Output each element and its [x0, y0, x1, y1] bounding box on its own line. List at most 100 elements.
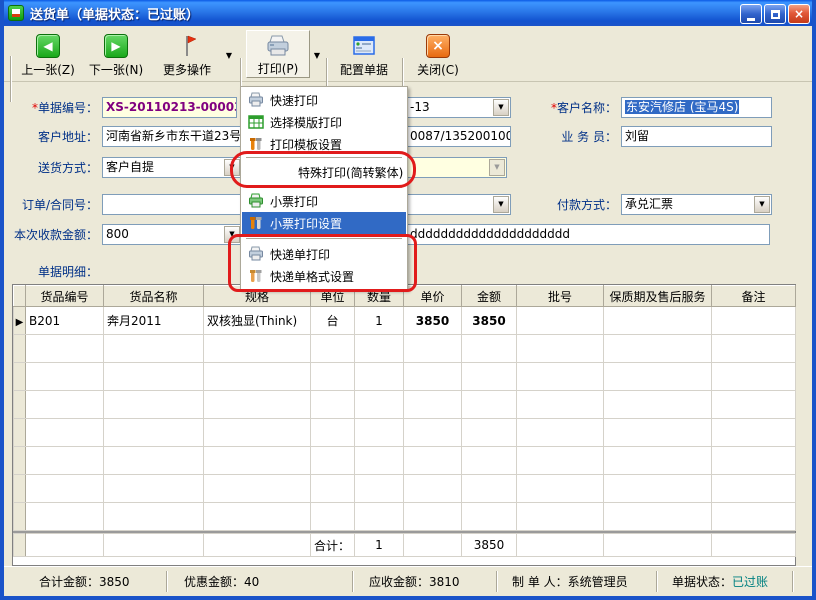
- col-header: 货品编号: [26, 286, 104, 307]
- chevron-down-icon: ▼: [314, 51, 320, 60]
- menu-item-receipt-print[interactable]: 小票打印: [242, 190, 406, 212]
- table-empty-row[interactable]: [14, 503, 796, 531]
- table-empty-row[interactable]: [14, 475, 796, 503]
- chevron-down-icon: ▼: [489, 159, 505, 176]
- status-receivable-amount: 应收金额：3810: [369, 574, 460, 590]
- col-header: 金额: [462, 286, 517, 307]
- order-no-label: 订单/合同号：: [4, 196, 98, 214]
- cell-warranty: [604, 307, 712, 335]
- minimize-button[interactable]: [740, 4, 762, 24]
- status-badge: 已过账: [732, 575, 768, 589]
- cell-qty: 1: [355, 307, 404, 335]
- flag-icon: [177, 32, 197, 59]
- chevron-down-icon[interactable]: ▼: [224, 159, 240, 176]
- salesman-field[interactable]: 刘留: [621, 126, 772, 147]
- totals-row: 合计： 1 3850: [14, 534, 796, 557]
- receipt-amount-combo[interactable]: 800 ▼: [102, 224, 242, 245]
- cell-price: 3850: [404, 307, 462, 335]
- print-button[interactable]: 打印(P): [246, 30, 310, 78]
- col-header: 货品名称: [104, 286, 204, 307]
- delivery-method-label: 送货方式：: [4, 159, 98, 177]
- cell-spec: 双核独显(Think): [204, 307, 311, 335]
- totals-label: 合计：: [311, 534, 355, 557]
- receipt-printer-icon: [248, 193, 264, 209]
- totals-table: 合计： 1 3850: [13, 533, 796, 557]
- menu-item-choose-template-print[interactable]: 选择模版打印: [242, 111, 406, 133]
- customer-name-field[interactable]: 东安汽修店 (宝马4S): [621, 97, 772, 118]
- delivery-order-window: 送货单（单据状态：已过账） × ◀ 上一张(Z) ▶ 下一张(N) 更多操作: [0, 0, 816, 600]
- menu-item-print-template-setup[interactable]: 打印模板设置: [242, 133, 406, 155]
- app-icon: [8, 5, 24, 21]
- tools-icon: [248, 215, 264, 231]
- next-button-label: 下一张(N): [89, 61, 143, 78]
- config-doc-label: 配置单据: [340, 61, 388, 78]
- customer-addr-label: 客户地址：: [4, 128, 98, 146]
- selector-header: [14, 286, 26, 307]
- detail-table: 货品编号 货品名称 规格 单位 数量 单价 金额 批号 保质期及售后服务 备注 …: [13, 285, 796, 531]
- customer-name-label: *客户名称：: [457, 99, 617, 117]
- more-actions-button[interactable]: 更多操作: [154, 30, 220, 78]
- close-x-icon: ×: [426, 34, 450, 58]
- detail-section-label: 单据明细：: [4, 263, 98, 281]
- col-header: 保质期及售后服务: [604, 286, 712, 307]
- close-window-label: 关闭(C): [417, 61, 459, 78]
- more-actions-label: 更多操作: [163, 61, 211, 78]
- close-button[interactable]: ×: [788, 4, 810, 24]
- menu-item-express-sheet-format-setup[interactable]: 快递单格式设置: [242, 265, 406, 287]
- current-row-marker-icon: ▶: [16, 317, 24, 328]
- statusbar: 合计金额：3850 优惠金额：40 应收金额：3810 制 单 人：系统管理员 …: [4, 566, 812, 595]
- cell-item-name: 奔月2011: [104, 307, 204, 335]
- print-button-label: 打印(P): [258, 60, 299, 77]
- delivery-method-combo[interactable]: 客户自提 ▼: [102, 157, 242, 178]
- table-empty-row[interactable]: [14, 419, 796, 447]
- col-header: 备注: [712, 286, 796, 307]
- more-actions-dropdown[interactable]: ▼: [222, 30, 236, 78]
- status-discount-amount: 优惠金额：40: [184, 574, 259, 590]
- col-header: 批号: [517, 286, 604, 307]
- print-dropdown-menu: 快速打印 选择模版打印 打印模板设置 特殊打印(简转繁体) 小票打印: [240, 86, 408, 290]
- detail-grid: 货品编号 货品名称 规格 单位 数量 单价 金额 批号 保质期及售后服务 备注 …: [12, 284, 796, 566]
- doc-no-label: *单据编号：: [4, 99, 98, 117]
- table-empty-row[interactable]: [14, 335, 796, 363]
- printer-icon: [265, 33, 291, 58]
- status-doc-maker: 制 单 人：系统管理员: [512, 574, 628, 590]
- chevron-down-icon[interactable]: ▼: [224, 226, 240, 243]
- table-empty-row[interactable]: [14, 447, 796, 475]
- tools-icon: [248, 136, 264, 152]
- cell-amount: 3850: [462, 307, 517, 335]
- table-empty-row[interactable]: [14, 391, 796, 419]
- cell-batch: [517, 307, 604, 335]
- doc-no-field[interactable]: XS-20110213-00003: [102, 97, 237, 118]
- config-doc-button[interactable]: 配置单据: [332, 30, 396, 78]
- close-window-button[interactable]: × 关闭(C): [410, 30, 466, 78]
- menu-item-special-print[interactable]: 特殊打印(简转繁体): [242, 160, 406, 185]
- next-button[interactable]: ▶ 下一张(N): [84, 30, 148, 78]
- status-doc-state: 单据状态：已过账: [672, 574, 768, 590]
- totals-amount: 3850: [462, 534, 517, 557]
- table-empty-row[interactable]: [14, 363, 796, 391]
- table-row[interactable]: ▶ B201 奔月2011 双核独显(Think) 台 1 3850 3850: [14, 307, 796, 335]
- prev-button[interactable]: ◀ 上一张(Z): [16, 30, 80, 78]
- cell-remark: [712, 307, 796, 335]
- payment-method-label: 付款方式：: [457, 196, 617, 214]
- status-total-amount: 合计金额：3850: [39, 574, 130, 590]
- maximize-button[interactable]: [764, 4, 786, 24]
- chevron-down-icon: ▼: [226, 51, 232, 60]
- next-arrow-icon: ▶: [104, 34, 128, 58]
- minimize-icon: [747, 18, 755, 21]
- titlebar: 送货单（单据状态：已过账） ×: [0, 0, 816, 26]
- cell-unit: 台: [311, 307, 355, 335]
- menu-item-receipt-print-setup[interactable]: 小票打印设置: [242, 212, 406, 234]
- chevron-down-icon[interactable]: ▼: [754, 196, 770, 213]
- receipt-amount-label: 本次收款金额：: [4, 226, 98, 244]
- print-dropdown[interactable]: ▼: [310, 30, 324, 78]
- window-title: 送货单（单据状态：已过账）: [30, 4, 199, 23]
- totals-qty: 1: [355, 534, 404, 557]
- printer-icon: [248, 92, 264, 108]
- prev-button-label: 上一张(Z): [21, 61, 75, 78]
- payment-method-combo[interactable]: 承兑汇票 ▼: [621, 194, 772, 215]
- form-window-icon: [352, 32, 376, 59]
- menu-item-express-sheet-print[interactable]: 快递单打印: [242, 243, 406, 265]
- maximize-icon: [771, 10, 780, 19]
- menu-item-quick-print[interactable]: 快速打印: [242, 89, 406, 111]
